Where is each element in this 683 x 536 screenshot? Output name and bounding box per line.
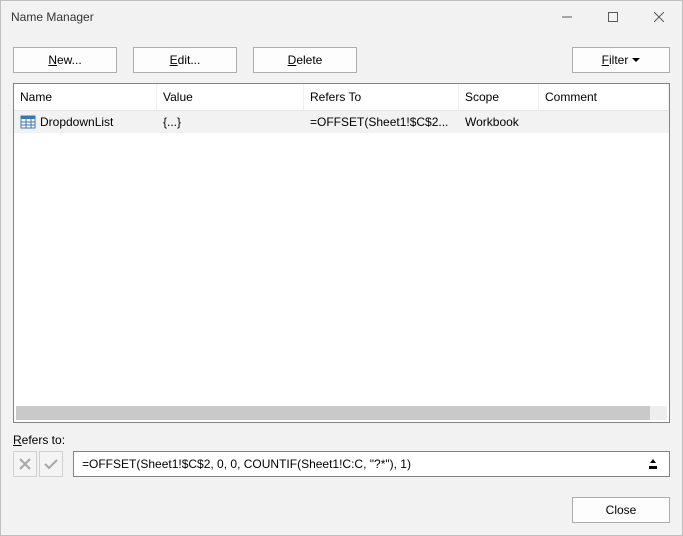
names-list: Name Value Refers To Scope Comment Dropd (13, 83, 670, 423)
window-title: Name Manager (11, 10, 544, 24)
table-icon (20, 114, 36, 130)
new-button[interactable]: New... (13, 47, 117, 73)
list-body: DropdownList {...} =OFFSET(Sheet1!$C$2..… (14, 111, 669, 404)
minimize-button[interactable] (544, 1, 590, 33)
col-value[interactable]: Value (157, 84, 304, 110)
row-value: {...} (157, 115, 304, 129)
close-window-button[interactable] (636, 1, 682, 33)
name-manager-dialog: Name Manager New... Edit... Delete Filte… (0, 0, 683, 536)
col-name[interactable]: Name (14, 84, 157, 110)
maximize-button[interactable] (590, 1, 636, 33)
list-header: Name Value Refers To Scope Comment (14, 84, 669, 111)
check-icon (44, 458, 58, 470)
horizontal-scrollbar[interactable] (16, 406, 667, 420)
refers-to-input[interactable] (80, 456, 643, 472)
collapse-icon (647, 458, 659, 470)
confirm-edit-button[interactable] (39, 451, 63, 477)
refers-to-label: Refers to: (1, 423, 682, 451)
col-comment[interactable]: Comment (539, 84, 669, 110)
cancel-edit-button[interactable] (13, 451, 37, 477)
col-scope[interactable]: Scope (459, 84, 539, 110)
delete-button[interactable]: Delete (253, 47, 357, 73)
close-button[interactable]: Close (572, 497, 670, 523)
filter-button[interactable]: Filter (572, 47, 670, 73)
row-scope: Workbook (459, 115, 539, 129)
collapse-dialog-button[interactable] (643, 453, 663, 475)
toolbar: New... Edit... Delete Filter (1, 33, 682, 83)
col-refers[interactable]: Refers To (304, 84, 459, 110)
x-icon (19, 458, 31, 470)
refers-to-row (1, 451, 682, 487)
title-bar: Name Manager (1, 1, 682, 33)
table-row[interactable]: DropdownList {...} =OFFSET(Sheet1!$C$2..… (14, 111, 669, 133)
edit-button[interactable]: Edit... (133, 47, 237, 73)
row-name: DropdownList (40, 115, 113, 129)
row-refers: =OFFSET(Sheet1!$C$2... (304, 115, 459, 129)
dialog-footer: Close (1, 487, 682, 535)
scrollbar-thumb[interactable] (16, 406, 650, 420)
refers-to-input-wrap (73, 451, 670, 477)
chevron-down-icon (632, 58, 640, 62)
